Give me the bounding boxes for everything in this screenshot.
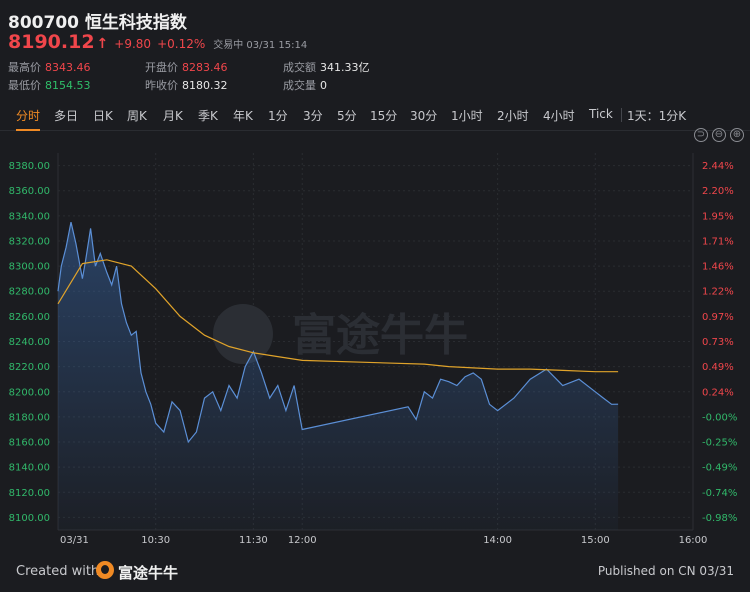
pct-tick-label: 1.71% <box>702 236 734 247</box>
pct-tick-label: -0.25% <box>702 438 737 449</box>
x-tick-label: 14:00 <box>483 535 512 546</box>
x-tick-label: 12:00 <box>288 535 317 546</box>
y-tick-label: 8220.00 <box>9 362 50 373</box>
y-tick-label: 8340.00 <box>9 211 50 222</box>
zoom-out-icon[interactable]: ⊖ <box>712 128 726 142</box>
pct-tick-label: 0.49% <box>702 362 734 373</box>
footer: Created with 富途牛牛 Published on CN 03/31 <box>0 556 750 592</box>
intraday-chart: 8100.00 -0.98% 8120.00 -0.74% 8140.00 -0.49% 8… <box>9 153 737 546</box>
watermark-text: 富途牛牛 <box>292 310 468 361</box>
y-tick-label: 8300.00 <box>9 262 50 273</box>
pct-tick-label: 1.95% <box>702 211 734 222</box>
y-tick-label: 8140.00 <box>9 463 50 474</box>
x-tick-label: 11:30 <box>239 535 268 546</box>
y-tick-label: 8240.00 <box>9 337 50 348</box>
quote-window: 800700 恒生科技指数 8190.12 ↑ +9.80 +0.12% 交易中… <box>0 0 750 592</box>
pct-tick-label: 1.46% <box>702 262 734 273</box>
y-tick-label: 8260.00 <box>9 312 50 323</box>
y-tick-label: 8380.00 <box>9 161 50 172</box>
y-tick-label: 8180.00 <box>9 412 50 423</box>
x-tick-label: 15:00 <box>581 535 610 546</box>
zoom-in-icon[interactable]: ⊕ <box>730 128 744 142</box>
pct-tick-label: -0.00% <box>702 412 737 423</box>
pct-tick-label: -0.74% <box>702 488 737 499</box>
y-tick-label: 8200.00 <box>9 387 50 398</box>
pct-tick-label: -0.98% <box>702 513 737 524</box>
x-tick-label: 16:00 <box>679 535 708 546</box>
x-tick-label: 03/31 <box>60 535 89 546</box>
pct-tick-label: 2.44% <box>702 161 734 172</box>
y-tick-label: 8360.00 <box>9 186 50 197</box>
pct-tick-label: -0.49% <box>702 463 737 474</box>
pct-tick-label: 2.20% <box>702 186 734 197</box>
y-tick-label: 8120.00 <box>9 488 50 499</box>
brand-name: 富途牛牛 <box>118 564 179 582</box>
pct-tick-label: 0.24% <box>702 387 734 398</box>
published-text: Published on CN 03/31 <box>597 564 734 578</box>
created-with-text: Created with <box>16 564 100 579</box>
pct-tick-label: 0.73% <box>702 337 734 348</box>
y-tick-label: 8160.00 <box>9 438 50 449</box>
y-tick-label: 8280.00 <box>9 287 50 298</box>
x-tick-label: 10:30 <box>141 535 170 546</box>
reset-zoom-icon[interactable]: ⊃ <box>694 128 708 142</box>
y-tick-label: 8320.00 <box>9 236 50 247</box>
pct-tick-label: 1.22% <box>702 287 734 298</box>
futu-logo-icon <box>96 561 114 579</box>
pct-tick-label: 0.97% <box>702 312 734 323</box>
y-tick-label: 8100.00 <box>9 513 50 524</box>
